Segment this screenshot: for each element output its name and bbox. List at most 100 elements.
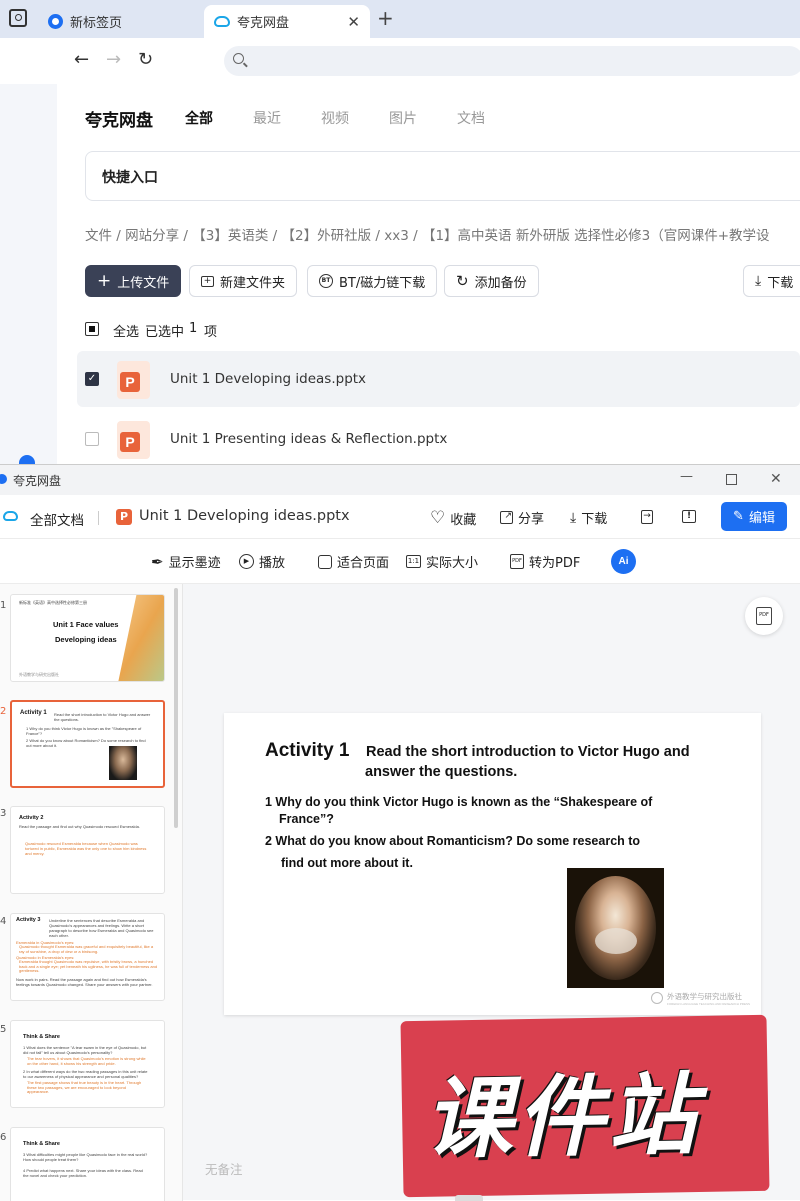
slide-thumbnail-4[interactable]: Activity 3 Underline the sentences that …	[10, 913, 165, 1001]
bt-download-button[interactable]: BT BT/磁力链下载	[307, 265, 438, 297]
thumbnail-scrollbar[interactable]	[174, 588, 178, 828]
victor-hugo-portrait	[567, 868, 664, 988]
viewer-header: 全部文档 P Unit 1 Developing ideas.pptx ♡ 收藏 …	[0, 495, 800, 539]
thumb-text: Activity 1	[20, 710, 47, 716]
slide-question-1b: France”?	[279, 812, 334, 826]
file-checkbox[interactable]: ✓	[85, 372, 99, 386]
play-icon: ▶	[239, 554, 254, 569]
slide-thumbnail-5[interactable]: Think & Share 1 What does the sentence "…	[10, 1020, 165, 1108]
viewer-download-button[interactable]: ⤓ 下载	[570, 508, 607, 528]
reload-icon[interactable]: ↻	[138, 50, 153, 70]
file-row[interactable]: ✓ P Unit 1 Developing ideas.pptx	[77, 351, 800, 407]
edit-button[interactable]: ✎ 编辑	[721, 502, 787, 531]
share-button[interactable]: ↗ 分享	[500, 508, 544, 527]
viewer-window: 夸克网盘 — ✕ 全部文档 P Unit 1 Developing ideas.…	[0, 464, 800, 1201]
file-name[interactable]: Unit 1 Presenting ideas & Reflection.ppt…	[170, 431, 447, 447]
breadcrumb-item[interactable]: 网站分享	[125, 228, 179, 244]
new-tab-icon[interactable]: +	[377, 6, 394, 30]
pdf-convert-icon: PDF	[756, 607, 772, 625]
address-bar[interactable]	[224, 46, 800, 76]
folder-plus-icon: +	[201, 275, 214, 287]
minimize-icon[interactable]: —	[680, 469, 693, 484]
back-icon[interactable]: ←	[74, 50, 89, 70]
drive-nav: 全部 最近 视频 图片 文档	[0, 84, 800, 144]
favorite-label: 收藏	[450, 512, 477, 528]
ai-button[interactable]: Ai	[611, 549, 636, 574]
slide-thumbnail-3[interactable]: Activity 2 Read the passage and find out…	[10, 806, 165, 894]
nav-tab-all[interactable]: 全部	[185, 108, 213, 128]
breadcrumb-item[interactable]: 【2】外研社版	[282, 228, 372, 244]
nav-tab-image[interactable]: 图片	[389, 108, 417, 128]
show-ink-button[interactable]: ✒ 显示墨迹	[151, 552, 221, 572]
viewer-file-name: Unit 1 Developing ideas.pptx	[139, 508, 350, 524]
close-tab-icon[interactable]: ✕	[347, 13, 360, 31]
to-pdf-label: 转为PDF	[529, 556, 581, 571]
breadcrumb-item[interactable]: 【3】英语类	[192, 228, 268, 244]
breadcrumb-item[interactable]: 【1】高中英语 新外研版 选择性必修3（官网课件+教学设	[422, 228, 770, 244]
pdf-float-button[interactable]: PDF	[745, 597, 783, 635]
tab-quark-drive[interactable]: 夸克网盘 ✕	[204, 5, 370, 38]
fit-page-button[interactable]: 适合页面	[318, 552, 389, 571]
divider	[98, 511, 99, 525]
nav-tab-docs[interactable]: 文档	[457, 108, 485, 128]
download-button[interactable]: ⤓ 下载	[743, 265, 800, 297]
pencil-icon: ✎	[733, 509, 744, 524]
quick-entry-panel[interactable]: 快捷入口	[85, 151, 800, 201]
thumbnail-panel: 1 新标准《英语》高中选择性必修第三册 Unit 1 Face values D…	[0, 584, 183, 1201]
tab-search-icon[interactable]	[9, 9, 27, 27]
new-folder-button[interactable]: + 新建文件夹	[189, 265, 298, 297]
tab-new-tab[interactable]: 新标签页	[40, 5, 200, 38]
browser-tab-bar: 新标签页 夸克网盘 ✕ +	[0, 0, 800, 38]
favorite-button[interactable]: ♡ 收藏	[430, 508, 476, 528]
thumb-text: Think & Share	[23, 1141, 60, 1147]
thumb-text: Activity 2	[19, 815, 44, 821]
feedback-icon[interactable]: !	[682, 510, 696, 523]
panel-resize-handle[interactable]	[455, 1195, 483, 1201]
file-checkbox[interactable]	[85, 432, 99, 446]
select-all-label[interactable]: 全选	[113, 321, 139, 340]
slide-thumbnail-1[interactable]: 新标准《英语》高中选择性必修第三册 Unit 1 Face values Dev…	[10, 594, 165, 682]
slide-activity-title: Activity 1	[265, 740, 350, 761]
notes-placeholder[interactable]: 无备注	[205, 1159, 243, 1178]
thumbnail-number: 2	[0, 706, 7, 717]
upload-button[interactable]: + 上传文件	[85, 265, 182, 297]
nav-tab-video[interactable]: 视频	[321, 108, 349, 128]
selected-label: 已选中	[145, 325, 185, 340]
add-backup-button[interactable]: ↻ 添加备份	[444, 265, 539, 297]
forward-icon[interactable]: →	[106, 50, 121, 70]
browser-nav-bar: ← → ↻	[0, 38, 800, 84]
actual-label: 实际大小	[426, 556, 479, 571]
tab-label: 新标签页	[70, 16, 123, 31]
thumb-text: The first passage shows that true beauty…	[27, 1080, 142, 1094]
breadcrumb: 文件 / 网站分享 / 【3】英语类 / 【2】外研社版 / xx3 / 【1】…	[85, 228, 770, 244]
slide-thumbnail-2[interactable]: Activity 1 Read the short introduction t…	[10, 700, 165, 788]
nav-tab-recent[interactable]: 最近	[253, 108, 281, 128]
thumb-text: Esmeralda thought Quasimodo was repulsiv…	[19, 959, 158, 973]
slide-thumbnail-6[interactable]: Think & Share 3 What difficulties might …	[10, 1127, 165, 1201]
file-row[interactable]: P Unit 1 Presenting ideas & Reflection.p…	[77, 411, 800, 467]
heart-icon: ♡	[430, 508, 446, 528]
to-pdf-button[interactable]: PDF 转为PDF	[510, 552, 580, 571]
cloud-icon	[3, 511, 18, 521]
watermark-text: 课件站	[423, 1062, 702, 1171]
actual-size-button[interactable]: 1:1 实际大小	[406, 552, 478, 571]
fit-label: 适合页面	[337, 556, 390, 571]
publisher-name-en: FOREIGN LANGUAGE TEACHING AND RESEARCH P…	[667, 1002, 750, 1006]
all-docs-link[interactable]: 全部文档	[30, 509, 84, 529]
selected-unit: 项	[204, 325, 218, 340]
slide-question-2a: 2 What do you know about Romanticism? Do…	[265, 834, 641, 848]
thumb-text: Read the short introduction to Victor Hu…	[54, 712, 151, 722]
breadcrumb-item[interactable]: xx3	[384, 228, 409, 244]
pptx-file-icon: P	[117, 421, 150, 459]
breadcrumb-item[interactable]: 文件	[85, 228, 112, 244]
close-window-icon[interactable]: ✕	[770, 471, 782, 487]
maximize-icon[interactable]	[726, 474, 737, 485]
backup-icon: ↻	[456, 272, 469, 290]
select-all-checkbox[interactable]	[85, 322, 99, 336]
slide-instruction-1: Read the short introduction to Victor Hu…	[366, 744, 690, 760]
slide-question-1a: 1 Why do you think Victor Hugo is known …	[265, 795, 653, 809]
download-icon: ⤓	[570, 509, 577, 526]
export-icon[interactable]: →	[641, 510, 653, 524]
play-button[interactable]: ▶ 播放	[239, 552, 285, 571]
file-name[interactable]: Unit 1 Developing ideas.pptx	[170, 371, 366, 387]
